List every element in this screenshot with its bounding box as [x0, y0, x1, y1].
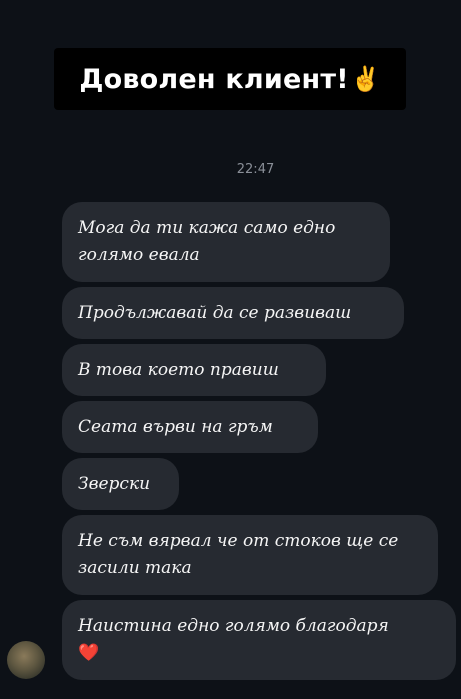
message-bubble[interactable]: В това което правиш: [62, 344, 326, 396]
red-heart-icon: ❤️: [78, 643, 100, 663]
message-text: Продължавай да се развиваш: [78, 302, 352, 323]
message-bubble[interactable]: Наистина едно голямо благодаря ❤️: [62, 600, 456, 680]
message-text: Наистина едно голямо благодаря: [78, 616, 389, 636]
message-bubble[interactable]: Продължавай да се развиваш: [62, 287, 404, 339]
victory-hand-icon: ✌️: [350, 65, 381, 93]
message-text: Не съм вярвал че от стоков ще се засили …: [78, 531, 399, 578]
message-bubble[interactable]: Зверски: [62, 458, 179, 510]
message-text: В това което правиш: [78, 359, 279, 380]
message-text-container: Наистина едно голямо благодаря ❤️: [78, 613, 389, 667]
message-text: Сеата върви на гръм: [78, 416, 273, 437]
banner-title: Доволен клиент!: [79, 63, 349, 95]
message-bubble[interactable]: Не съм вярвал че от стоков ще се засили …: [62, 515, 438, 595]
avatar[interactable]: [7, 641, 45, 679]
message-text: Зверски: [78, 473, 151, 494]
message-timestamp: 22:47: [236, 162, 275, 177]
message-bubble[interactable]: Мога да ти кажа само едно голямо евала: [62, 202, 390, 282]
story-text-banner: Доволен клиент! ✌️: [54, 48, 406, 110]
message-text: Мога да ти кажа само едно голямо евала: [78, 218, 336, 265]
message-bubble[interactable]: Сеата върви на гръм: [62, 401, 318, 453]
